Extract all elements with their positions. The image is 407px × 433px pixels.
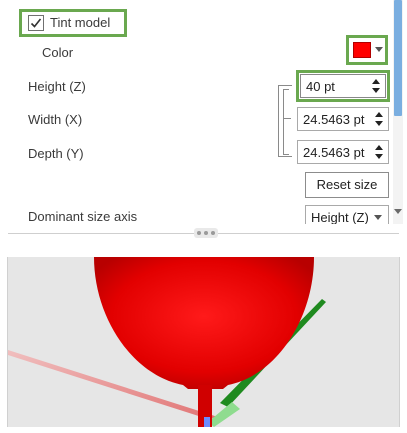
height-field-highlight: 40 pt bbox=[296, 70, 390, 102]
height-value[interactable]: 40 pt bbox=[306, 79, 374, 94]
depth-value[interactable]: 24.5463 pt bbox=[303, 145, 371, 160]
decrement-icon[interactable] bbox=[375, 121, 383, 126]
decrement-icon[interactable] bbox=[372, 88, 380, 93]
tint-model-label: Tint model bbox=[50, 15, 111, 30]
model-settings-pane: Tint model Color Height (Z) 40 pt Width … bbox=[0, 0, 407, 224]
lock-connector bbox=[283, 118, 291, 119]
height-stepper[interactable]: 40 pt bbox=[300, 74, 386, 98]
depth-label: Depth (Y) bbox=[28, 146, 84, 161]
reset-size-button[interactable]: Reset size bbox=[305, 172, 389, 198]
y-axis-light-icon bbox=[208, 402, 240, 427]
checkmark-icon bbox=[30, 18, 42, 28]
pane-splitter[interactable] bbox=[0, 226, 407, 240]
vertical-scrollbar[interactable] bbox=[393, 0, 403, 224]
tint-model-highlight[interactable]: Tint model bbox=[19, 9, 127, 37]
color-swatch[interactable] bbox=[353, 42, 371, 58]
dominant-axis-select[interactable]: Height (Z) bbox=[305, 205, 389, 224]
scrollbar-thumb[interactable] bbox=[394, 0, 402, 116]
height-label: Height (Z) bbox=[28, 79, 86, 94]
proportional-lock-bracket[interactable] bbox=[278, 85, 292, 157]
color-picker-highlight[interactable] bbox=[346, 35, 388, 65]
dominant-axis-value: Height (Z) bbox=[311, 210, 369, 224]
increment-icon[interactable] bbox=[375, 145, 383, 150]
increment-icon[interactable] bbox=[375, 112, 383, 117]
decrement-icon[interactable] bbox=[375, 154, 383, 159]
model-preview-viewport[interactable] bbox=[7, 257, 400, 427]
splitter-grip-icon[interactable] bbox=[194, 228, 218, 238]
depth-stepper[interactable]: 24.5463 pt bbox=[297, 140, 389, 164]
color-label: Color bbox=[42, 45, 74, 60]
scroll-down-arrow-icon[interactable] bbox=[394, 209, 402, 214]
z-axis-icon bbox=[204, 417, 210, 427]
symbol-properties-panel: Tint model Color Height (Z) 40 pt Width … bbox=[0, 0, 407, 433]
chevron-down-icon[interactable] bbox=[374, 215, 382, 220]
increment-icon[interactable] bbox=[372, 79, 380, 84]
width-value[interactable]: 24.5463 pt bbox=[303, 112, 371, 127]
chevron-down-icon[interactable] bbox=[375, 47, 383, 52]
width-stepper[interactable]: 24.5463 pt bbox=[297, 107, 389, 131]
dominant-size-axis-label: Dominant size axis bbox=[28, 209, 138, 224]
model-bulb-shape bbox=[94, 257, 314, 389]
tint-model-checkbox[interactable] bbox=[28, 15, 44, 31]
width-label: Width (X) bbox=[28, 112, 83, 127]
model-preview-canvas[interactable] bbox=[8, 257, 400, 427]
